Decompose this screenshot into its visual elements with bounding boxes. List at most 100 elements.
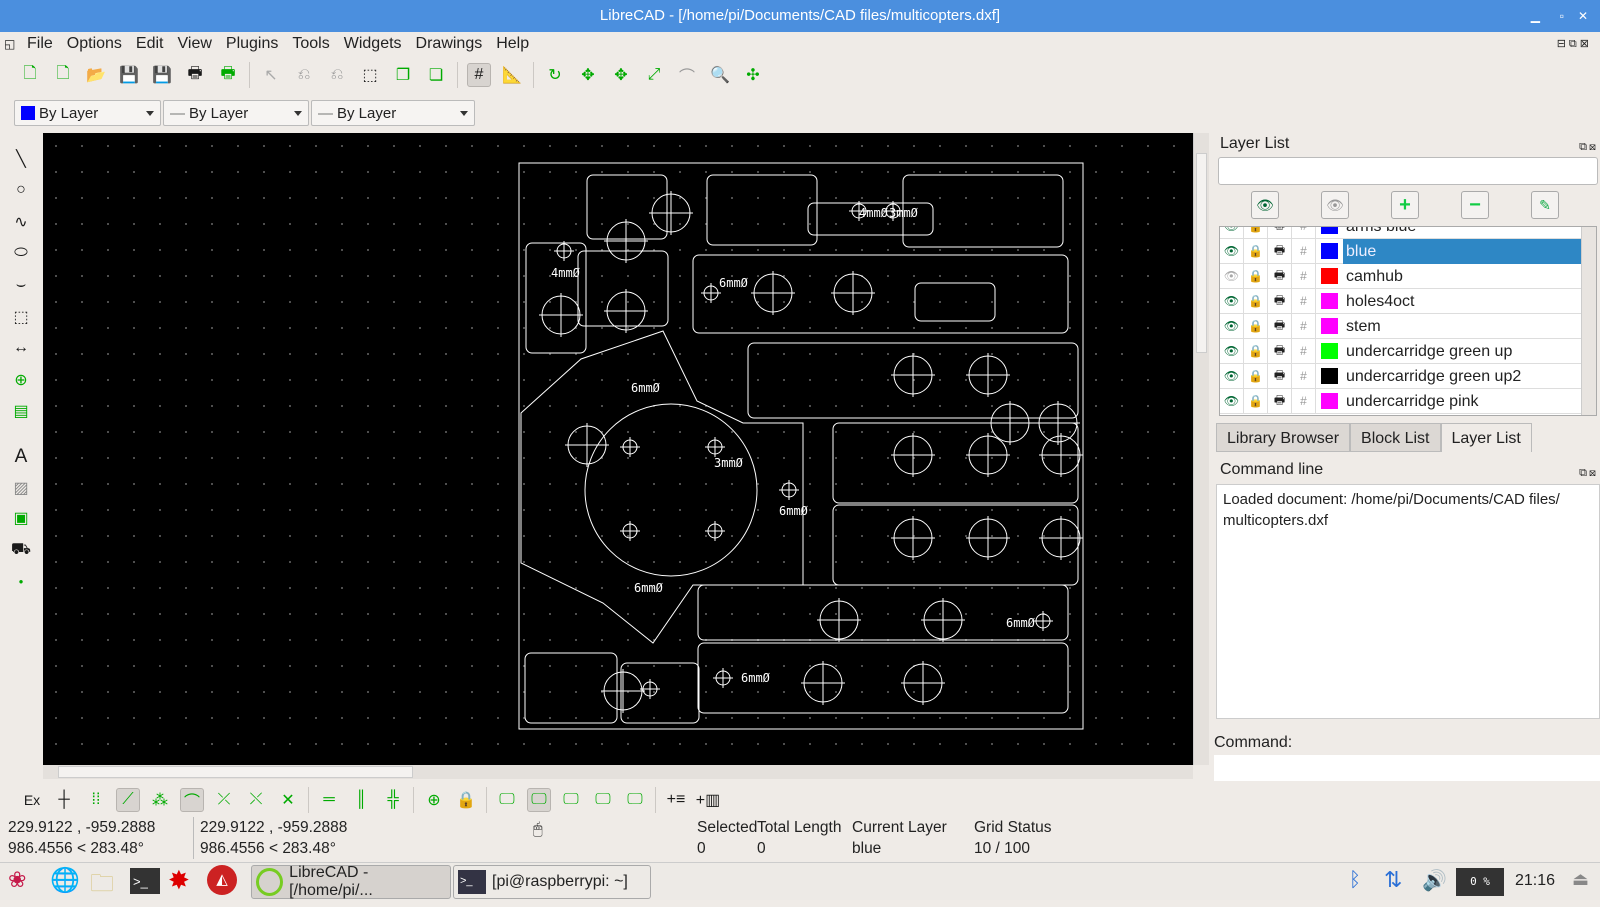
visibility-eye-icon[interactable]: 👁 xyxy=(1220,263,1244,289)
menu-view[interactable]: View xyxy=(178,35,212,53)
tab-layer-list[interactable]: Layer List xyxy=(1440,423,1532,452)
menu-edit[interactable]: Edit xyxy=(136,35,164,53)
add-dimension-info-icon[interactable]: +▥ xyxy=(696,788,720,812)
point-tool-icon[interactable]: ● xyxy=(9,569,33,593)
snap-middle-icon[interactable]: ⤫ xyxy=(212,788,236,812)
snap-on-entity-icon[interactable]: ⁂ xyxy=(148,788,172,812)
save-as-icon[interactable]: 💾 xyxy=(150,63,174,87)
drawing-canvas[interactable]: 4mmØ 4mmØ 3mmØ 6mmØ 6mmØ 3mmØ 6mmØ 6mmØ 6mmØ 6mmØ xyxy=(43,133,1193,765)
polyline-tool-icon[interactable]: ⌣ xyxy=(9,273,33,297)
add-layer-button[interactable]: + xyxy=(1391,191,1419,219)
lock-icon[interactable]: 🔒 xyxy=(1244,388,1268,414)
zoom-in-icon[interactable]: ✥ xyxy=(576,63,600,87)
menu-tools[interactable]: Tools xyxy=(292,35,329,53)
browser-icon[interactable]: 🌐 xyxy=(50,866,80,895)
set-relative-zero-icon[interactable]: ⊕ xyxy=(422,788,446,812)
construction-icon[interactable]: # xyxy=(1292,363,1316,389)
layer-color-swatch[interactable] xyxy=(1321,318,1338,334)
maximize-button[interactable]: ▫ xyxy=(1560,0,1564,32)
mathematica-icon[interactable]: ✸ xyxy=(168,865,190,896)
ellipse-tool-icon[interactable]: ⬭ xyxy=(9,241,33,265)
layer-color-swatch[interactable] xyxy=(1321,268,1338,284)
visibility-eye-icon[interactable]: 👁 xyxy=(1220,338,1244,364)
construction-icon[interactable]: # xyxy=(1292,263,1316,289)
construction-icon[interactable]: # xyxy=(1292,388,1316,414)
menu-plugins[interactable]: Plugins xyxy=(226,35,278,53)
network-icon[interactable]: ⇅ xyxy=(1384,867,1402,893)
visibility-eye-icon[interactable]: 👁 xyxy=(1220,388,1244,414)
cut-icon[interactable]: ⬚ xyxy=(358,63,382,87)
view-mode-2-icon[interactable]: 🖵 xyxy=(527,788,551,812)
curve-tool-icon[interactable]: ∿ xyxy=(9,210,33,234)
layer-color-swatch[interactable] xyxy=(1321,393,1338,409)
printer-icon[interactable]: 🖶 xyxy=(1268,238,1292,264)
snap-center-icon[interactable]: ⌒ xyxy=(180,788,204,812)
construction-icon[interactable]: # xyxy=(1292,288,1316,314)
new-file-icon[interactable]: 🗋 xyxy=(18,63,42,87)
image-tool-icon[interactable]: ▣ xyxy=(9,506,33,530)
lock-icon[interactable]: 🔒 xyxy=(1244,227,1268,239)
snap-endpoint-icon[interactable]: ⟋ xyxy=(116,788,140,812)
save-icon[interactable]: 💾 xyxy=(117,63,141,87)
construction-icon[interactable]: # xyxy=(1292,238,1316,264)
add-info-icon[interactable]: +≡ xyxy=(664,788,688,812)
visibility-eye-icon[interactable]: 👁 xyxy=(1220,238,1244,264)
vertical-scrollbar[interactable] xyxy=(1193,133,1209,765)
construction-icon[interactable]: # xyxy=(1292,227,1316,239)
view-mode-1-icon[interactable]: 🖵 xyxy=(495,788,519,812)
printer-icon[interactable]: 🖶 xyxy=(1268,313,1292,339)
wolfram-icon[interactable]: ◭ xyxy=(207,865,237,895)
snap-intersection-icon[interactable]: ✕ xyxy=(276,788,300,812)
linetype-select[interactable]: — By Layer xyxy=(163,100,309,126)
block-tool-icon[interactable]: ⛟ xyxy=(9,538,33,562)
printer-icon[interactable]: 🖶 xyxy=(1268,263,1292,289)
circle-tool-icon[interactable]: ○ xyxy=(9,178,33,202)
menu-drawings[interactable]: Drawings xyxy=(416,35,483,53)
command-input[interactable] xyxy=(1214,755,1600,781)
text-tool-icon[interactable]: A xyxy=(9,445,33,469)
line-tool-icon[interactable]: ╲ xyxy=(9,147,33,171)
layer-row[interactable]: 👁 🔒 🖶 # undercarridge green up2 xyxy=(1220,363,1596,389)
layer-color-swatch[interactable] xyxy=(1321,368,1338,384)
zoom-window-icon[interactable]: 🔍 xyxy=(708,63,732,87)
draft-icon[interactable]: 📐 xyxy=(500,63,524,87)
view-mode-3-icon[interactable]: 🖵 xyxy=(559,788,583,812)
horizontal-scrollbar[interactable] xyxy=(43,765,1193,779)
restrict-vertical-icon[interactable]: ║ xyxy=(349,788,373,812)
paste-icon[interactable]: ❏ xyxy=(424,63,448,87)
select-pointer-icon[interactable]: ↖ xyxy=(259,63,283,87)
printer-icon[interactable]: 🖶 xyxy=(1268,338,1292,364)
measure-tool-icon[interactable]: ▤ xyxy=(9,399,33,423)
tab-library-browser[interactable]: Library Browser xyxy=(1216,423,1351,452)
snap-exclusive-button[interactable]: Ex xyxy=(20,788,44,812)
zoom-auto-icon[interactable]: ⤢ xyxy=(642,63,666,87)
task-terminal[interactable]: >_ [pi@raspberrypi: ~] xyxy=(453,865,651,899)
minimize-button[interactable]: ▁ xyxy=(1531,0,1540,32)
dimension-tool-icon[interactable]: ↔ xyxy=(9,336,33,360)
printer-icon[interactable]: 🖶 xyxy=(1268,363,1292,389)
snap-grid-icon[interactable]: ⁞⁞ xyxy=(84,788,108,812)
redraw-icon[interactable]: ↻ xyxy=(543,63,567,87)
show-all-layers-button[interactable]: 👁 xyxy=(1251,191,1279,219)
visibility-eye-icon[interactable]: 👁 xyxy=(1220,288,1244,314)
raspberry-menu-icon[interactable]: ❀ xyxy=(8,867,26,893)
hide-all-layers-button[interactable]: 👁 xyxy=(1321,191,1349,219)
restrict-orthogonal-icon[interactable]: ╬ xyxy=(381,788,405,812)
layer-row[interactable]: 👁 🔒 🖶 # camhub xyxy=(1220,263,1596,289)
bluetooth-icon[interactable]: ᛒ xyxy=(1349,869,1361,892)
view-mode-4-icon[interactable]: 🖵 xyxy=(591,788,615,812)
layer-row[interactable]: 👁 🔒 🖶 # holes4oct xyxy=(1220,288,1596,314)
print-icon[interactable]: 🖶 xyxy=(183,63,207,87)
dock-controls[interactable]: ⧉⊠ xyxy=(1579,136,1598,158)
redo-icon[interactable]: ⎌ xyxy=(325,63,349,87)
task-librecad[interactable]: LibreCAD - [/home/pi/... xyxy=(251,864,451,899)
construction-icon[interactable]: # xyxy=(1292,338,1316,364)
lock-icon[interactable]: 🔒 xyxy=(1244,238,1268,264)
restrict-horizontal-icon[interactable]: ═ xyxy=(317,788,341,812)
close-button[interactable]: ✕ xyxy=(1578,0,1588,32)
file-manager-icon[interactable]: 🗀 xyxy=(90,866,114,907)
color-select[interactable]: By Layer xyxy=(14,100,161,126)
zoom-pan-icon[interactable]: ✣ xyxy=(741,63,765,87)
lock-icon[interactable]: 🔒 xyxy=(1244,338,1268,364)
lock-icon[interactable]: 🔒 xyxy=(1244,288,1268,314)
